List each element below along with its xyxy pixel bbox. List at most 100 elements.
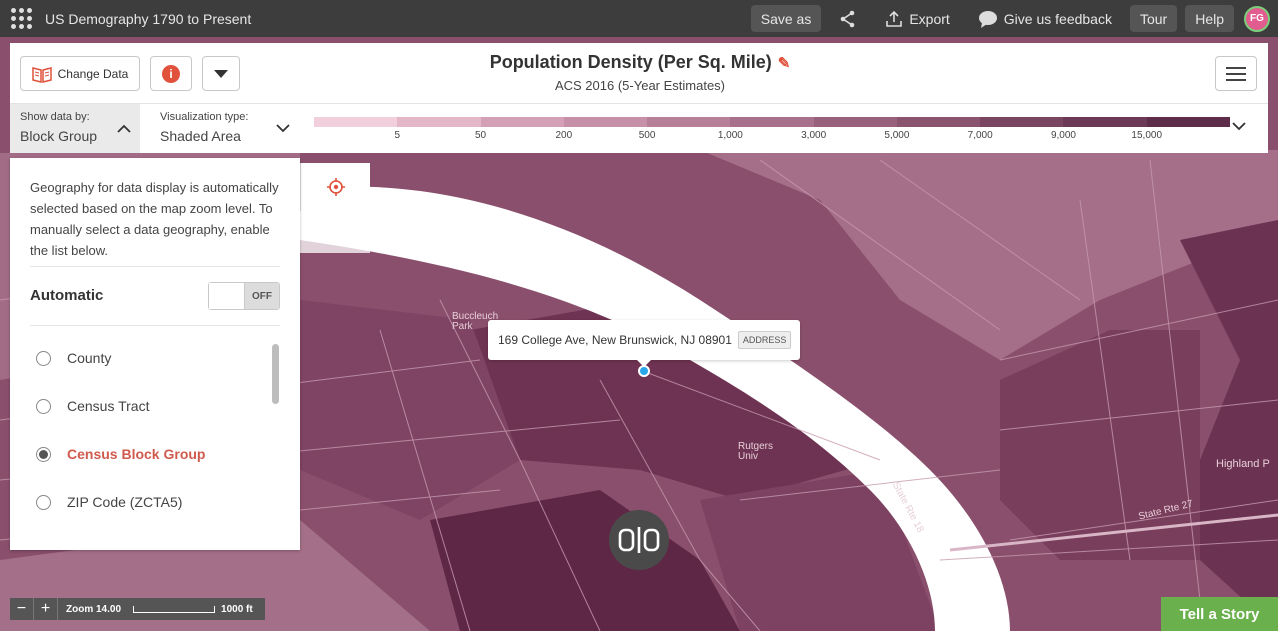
legend-label: 5 (394, 130, 401, 141)
legend-labels: 5 50 200 500 1,000 3,000 5,000 7,000 9,000 15,000 (314, 130, 1230, 144)
change-data-label: Change Data (57, 66, 129, 81)
legend-label: 50 (474, 130, 487, 141)
address-text: 169 College Ave, New Brunswick, NJ 08901 (498, 333, 732, 347)
help-label: Help (1195, 10, 1224, 27)
top-bar: US Demography 1790 to Present Save as Ex… (0, 0, 1278, 37)
address-popup: 169 College Ave, New Brunswick, NJ 08901… (488, 320, 800, 360)
geography-option[interactable]: County (30, 334, 270, 382)
legend-color-bar (314, 117, 1230, 127)
geography-option-label: County (67, 350, 112, 366)
user-avatar[interactable]: FG (1244, 5, 1270, 32)
radio-button[interactable] (36, 398, 51, 414)
legend-swatch (1063, 117, 1147, 127)
change-data-button[interactable]: Change Data (20, 56, 140, 91)
geography-option-label: Census Tract (67, 398, 150, 414)
zoom-control-bar: − + Zoom 14.00 1000 ft (10, 598, 265, 620)
legend-swatch (1146, 117, 1230, 127)
info-icon: i (162, 64, 180, 83)
scale-bar (133, 605, 216, 613)
map-label-rutgers-univ: Rutgers Univ (738, 441, 774, 462)
geography-option[interactable]: ZIP Code (ZCTA5) (30, 478, 270, 526)
chevron-up-icon (117, 124, 131, 133)
legend-expand-chevron-icon[interactable] (1232, 122, 1246, 131)
legend-swatch (647, 117, 731, 127)
export-label: Export (909, 10, 950, 27)
toggle-knob (209, 283, 245, 309)
share-icon (841, 10, 855, 27)
legend-label: 5,000 (884, 130, 910, 141)
app-title: US Demography 1790 to Present (45, 10, 252, 27)
locate-button[interactable] (300, 163, 370, 211)
legend-swatch (730, 117, 814, 127)
panel-divider (30, 266, 280, 267)
info-button[interactable]: i (150, 56, 192, 91)
tell-a-story-button[interactable]: Tell a Story (1161, 597, 1278, 631)
chevron-down-icon (276, 124, 290, 133)
legend-label: 1,000 (717, 130, 743, 141)
legend-swatch (563, 117, 648, 127)
legend-swatch (980, 117, 1064, 127)
radio-button[interactable] (36, 350, 51, 366)
compare-maps-button[interactable] (609, 510, 669, 570)
geography-option[interactable]: Census Tract (30, 382, 270, 430)
radio-button[interactable] (36, 494, 51, 510)
show-data-by-label: Show data by: (20, 111, 90, 123)
zoom-out-button[interactable]: − (10, 598, 34, 620)
show-data-by-selector[interactable]: Show data by: Block Group (10, 104, 140, 153)
caret-down-icon (214, 69, 228, 78)
geography-panel: Geography for data display is automatica… (10, 158, 300, 550)
geography-description: Geography for data display is automatica… (30, 180, 279, 258)
feedback-label: Give us feedback (1003, 10, 1112, 27)
geography-option[interactable]: Census Block Group (30, 430, 270, 478)
save-as-label: Save as (760, 10, 812, 27)
tour-button[interactable]: Tour (1129, 5, 1178, 32)
visualization-type-label: Visualization type: (160, 111, 249, 123)
location-pin-icon[interactable] (638, 365, 650, 377)
apps-grid-icon[interactable] (11, 7, 33, 30)
color-legend[interactable]: 5 50 200 500 1,000 3,000 5,000 7,000 9,000 15,000 (314, 117, 1230, 144)
zoom-in-button[interactable]: + (34, 598, 58, 620)
geography-options-list: County Census Tract Census Block Group ZIP … (30, 334, 270, 526)
options-dropdown-button[interactable] (202, 56, 240, 91)
automatic-label: Automatic (30, 287, 104, 304)
book-icon (31, 66, 52, 83)
export-icon (886, 10, 903, 27)
automatic-toggle[interactable]: OFF (208, 282, 280, 310)
legend-swatch (480, 117, 564, 127)
search-panel-backdrop (300, 211, 370, 253)
export-button[interactable]: Export (875, 5, 959, 32)
edit-pencil-icon[interactable]: ✎ (778, 54, 791, 72)
legend-label: 9,000 (1050, 130, 1076, 141)
geography-option-label: Census Block Group (67, 446, 206, 462)
geography-option-label: ZIP Code (ZCTA5) (67, 494, 183, 510)
panel-divider (30, 325, 280, 326)
map-subtitle: ACS 2016 (5-Year Estimates) (554, 78, 726, 93)
share-button[interactable] (829, 5, 867, 32)
legend-swatch (314, 117, 398, 127)
help-button[interactable]: Help (1185, 5, 1234, 32)
map-header-panel: Change Data i Population Density (Per Sq… (10, 43, 1268, 153)
legend-swatch (397, 117, 481, 127)
visualization-type-selector[interactable]: Visualization type: Shaded Area (150, 104, 300, 153)
legend-label: 500 (638, 130, 656, 141)
tour-label: Tour (1139, 10, 1168, 27)
map-label-highland: Highland P (1216, 458, 1270, 470)
toggle-state: OFF (245, 283, 279, 309)
crosshair-icon (326, 178, 345, 196)
scale-label: 1000 ft (221, 603, 253, 615)
save-as-button[interactable]: Save as (750, 5, 822, 32)
compare-icon (618, 527, 660, 553)
hamburger-menu-button[interactable] (1215, 56, 1257, 91)
zoom-level: Zoom 14.00 (66, 603, 122, 615)
list-scrollbar[interactable] (272, 344, 279, 404)
map-title-row: Population Density (Per Sq. Mile) ✎ (310, 52, 970, 73)
legend-swatch (896, 117, 981, 127)
feedback-button[interactable]: Give us feedback (968, 5, 1122, 32)
legend-label: 200 (555, 130, 573, 141)
legend-label: 7,000 (967, 130, 993, 141)
legend-swatch (813, 117, 897, 127)
map-title: Population Density (Per Sq. Mile) (489, 52, 772, 72)
legend-label: 15,000 (1131, 130, 1163, 141)
legend-label: 3,000 (801, 130, 827, 141)
radio-button[interactable] (36, 446, 51, 462)
